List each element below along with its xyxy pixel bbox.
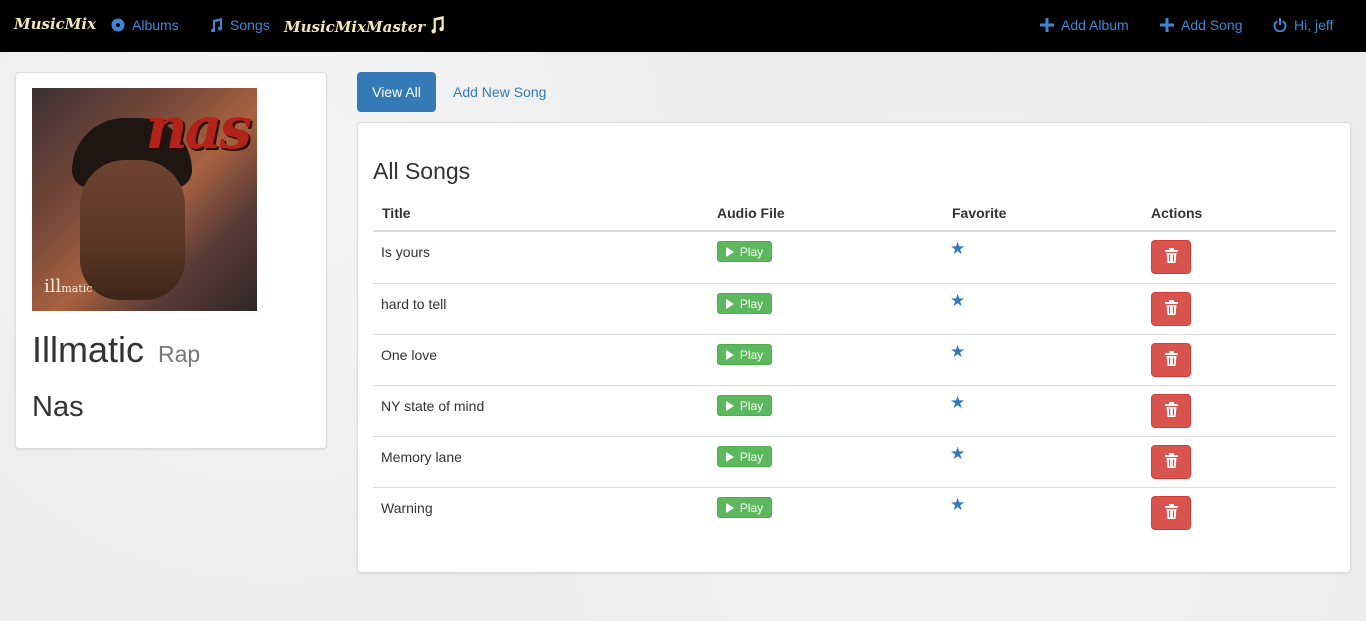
table-row: Warning Play ★ — [373, 487, 1336, 538]
tab-view-all[interactable]: View All — [357, 72, 436, 112]
cover-face — [80, 160, 185, 300]
album-genre: Rap — [158, 341, 201, 367]
play-button-label: Play — [739, 296, 764, 311]
play-button[interactable]: Play — [717, 293, 772, 314]
table-row: One love Play ★ — [373, 334, 1336, 385]
column-header-favorite: Favorite — [952, 205, 1007, 221]
master-brand-label: MusicMixMaster — [284, 18, 426, 36]
song-title: NY state of mind — [381, 398, 485, 414]
star-icon[interactable]: ★ — [950, 444, 965, 464]
songs-heading: All Songs — [373, 158, 471, 184]
play-button-label: Play — [739, 347, 764, 362]
song-title: Warning — [381, 500, 433, 516]
table-row: hard to tell Play ★ — [373, 283, 1336, 334]
delete-button[interactable] — [1151, 292, 1191, 326]
cover-title-text: illmatic — [44, 276, 93, 297]
tab-add-new-song[interactable]: Add New Song — [453, 84, 546, 100]
star-icon[interactable]: ★ — [950, 239, 965, 259]
album-title-text: Illmatic — [32, 329, 145, 370]
play-button[interactable]: Play — [717, 497, 772, 518]
table-row: Memory lane Play ★ — [373, 436, 1336, 487]
album-title: Illmatic Rap — [32, 329, 200, 371]
trash-icon — [1164, 402, 1178, 420]
table-row: Is yours Play ★ — [373, 232, 1336, 283]
album-panel: nas illmatic Illmatic Rap Nas — [15, 72, 327, 449]
music-note-icon — [429, 16, 445, 38]
master-brand[interactable]: MusicMixMaster — [284, 16, 445, 38]
star-icon[interactable]: ★ — [950, 342, 965, 362]
nav-add-album-label: Add Album — [1061, 17, 1129, 33]
column-header-audio-file: Audio File — [717, 205, 785, 221]
delete-button[interactable] — [1151, 240, 1191, 274]
power-icon — [1273, 18, 1287, 33]
play-icon — [725, 451, 734, 462]
play-button-label: Play — [739, 500, 764, 515]
song-title: One love — [381, 347, 438, 363]
delete-button[interactable] — [1151, 394, 1191, 428]
trash-icon — [1164, 504, 1178, 522]
disc-icon — [111, 18, 125, 32]
trash-icon — [1164, 248, 1178, 266]
album-cover: nas illmatic — [32, 88, 257, 311]
table-row: NY state of mind Play ★ — [373, 385, 1336, 436]
play-button[interactable]: Play — [717, 241, 772, 262]
play-button-label: Play — [739, 398, 764, 413]
play-icon — [725, 502, 734, 513]
column-header-actions: Actions — [1151, 205, 1203, 221]
trash-icon — [1164, 453, 1178, 471]
plus-icon — [1040, 18, 1054, 32]
music-note-icon — [209, 18, 223, 33]
column-header-title: Title — [382, 205, 411, 221]
nav-albums[interactable]: Albums — [111, 17, 179, 33]
song-title: Is yours — [381, 244, 431, 260]
play-icon — [725, 349, 734, 360]
nav-albums-label: Albums — [132, 17, 179, 33]
navbar: MusicMix Albums Songs MusicMixMaster Add… — [0, 0, 1366, 52]
nav-add-album[interactable]: Add Album — [1040, 17, 1129, 33]
play-icon — [725, 400, 734, 411]
play-button[interactable]: Play — [717, 344, 772, 365]
delete-button[interactable] — [1151, 445, 1191, 479]
delete-button[interactable] — [1151, 343, 1191, 377]
nav-user-label: Hi, jeff — [1294, 17, 1334, 33]
trash-icon — [1164, 300, 1178, 318]
play-button-label: Play — [739, 449, 764, 464]
nav-add-song-label: Add Song — [1181, 17, 1243, 33]
star-icon[interactable]: ★ — [950, 393, 965, 413]
plus-icon — [1160, 18, 1174, 32]
album-artist: Nas — [32, 391, 84, 423]
star-icon[interactable]: ★ — [950, 291, 965, 311]
brand-logo[interactable]: MusicMix — [14, 15, 96, 33]
song-title: Memory lane — [381, 449, 462, 465]
songs-panel: All Songs Title Audio File Favorite Acti… — [357, 122, 1351, 573]
play-button[interactable]: Play — [717, 395, 772, 416]
play-icon — [725, 298, 734, 309]
nav-user-logout[interactable]: Hi, jeff — [1273, 17, 1333, 33]
nav-songs-label: Songs — [230, 17, 270, 33]
delete-button[interactable] — [1151, 496, 1191, 530]
nav-add-song[interactable]: Add Song — [1160, 17, 1243, 33]
play-button[interactable]: Play — [717, 446, 772, 467]
cover-logo-text: nas — [145, 94, 252, 162]
star-icon[interactable]: ★ — [950, 495, 965, 515]
trash-icon — [1164, 351, 1178, 369]
play-icon — [725, 246, 734, 257]
nav-songs[interactable]: Songs — [209, 17, 270, 33]
song-title: hard to tell — [381, 296, 447, 312]
play-button-label: Play — [739, 244, 764, 259]
